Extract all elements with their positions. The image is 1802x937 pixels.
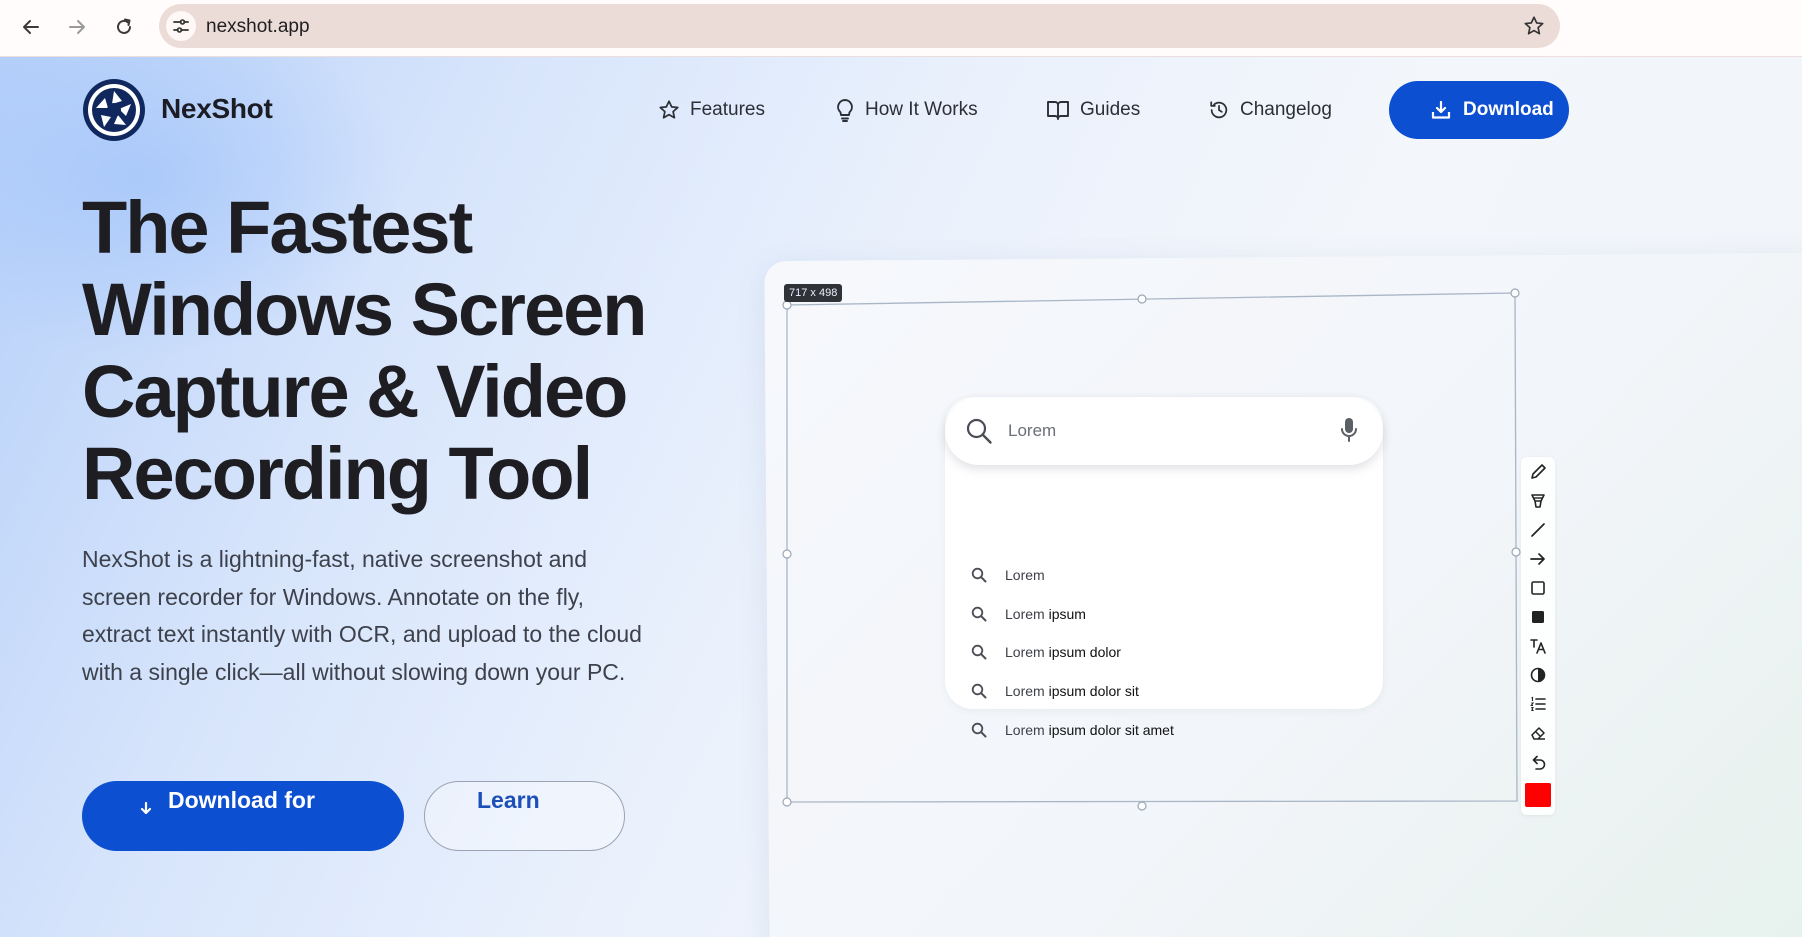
- highlighter-tool[interactable]: [1526, 489, 1550, 513]
- pencil-icon: [1531, 464, 1546, 479]
- back-button[interactable]: [16, 12, 46, 42]
- suggestion-item[interactable]: Lorem ipsum dolor: [971, 641, 1121, 663]
- highlighter-icon: [1531, 494, 1545, 508]
- search-icon: [971, 644, 987, 660]
- text-icon: [1530, 639, 1546, 654]
- contrast-icon: [1530, 667, 1546, 683]
- suggestion-text: Lorem: [1005, 567, 1045, 583]
- selection-dimensions-label: 717 x 498: [784, 284, 843, 302]
- rectangle-icon: [1531, 581, 1545, 595]
- suggestion-item[interactable]: Lorem ipsum dolor sit: [971, 680, 1139, 702]
- search-query-text: Lorem: [1008, 421, 1057, 440]
- address-bar[interactable]: nexshot.app: [159, 4, 1560, 48]
- shutter-aperture-icon[interactable]: [82, 78, 146, 142]
- blur-tool[interactable]: [1526, 663, 1550, 687]
- header-download-label: Download: [1463, 99, 1554, 120]
- star-outline-icon: [659, 100, 679, 119]
- filled-rectangle-tool[interactable]: [1526, 605, 1550, 629]
- download-for-windows-label: Download for: [168, 787, 315, 813]
- undo-icon: [1532, 755, 1546, 770]
- nav-guides-label: Guides: [1080, 99, 1141, 120]
- filled-rectangle-icon: [1532, 611, 1544, 623]
- brand-name[interactable]: NexShot: [161, 93, 273, 125]
- text-tool[interactable]: [1526, 634, 1550, 658]
- nav-changelog[interactable]: Changelog: [1208, 95, 1332, 125]
- nav-how-it-works[interactable]: How It Works: [835, 95, 978, 125]
- url-text[interactable]: nexshot.app: [206, 16, 310, 38]
- hero-headline: The Fastest Windows Screen Capture & Vid…: [82, 186, 647, 515]
- resize-handle-bottom[interactable]: [1137, 801, 1147, 811]
- suggestion-item[interactable]: Lorem ipsum: [971, 603, 1086, 625]
- nav-how-it-works-label: How It Works: [865, 99, 978, 120]
- suggestion-text: Lorem ipsum dolor sit: [1005, 683, 1139, 699]
- reload-icon: [117, 18, 131, 34]
- line-icon: [1531, 523, 1545, 537]
- learn-more-button[interactable]: Learn: [424, 781, 625, 851]
- line-tool[interactable]: [1526, 518, 1550, 542]
- suggestion-item[interactable]: Lorem ipsum dolor sit amet: [971, 719, 1174, 741]
- eraser-tool[interactable]: [1526, 721, 1550, 745]
- arrow-right-icon: [69, 20, 85, 34]
- resize-handle-top[interactable]: [1137, 294, 1147, 304]
- undo-tool[interactable]: [1526, 750, 1550, 774]
- history-icon: [1210, 101, 1228, 119]
- header-download-button[interactable]: Download: [1389, 81, 1569, 139]
- search-icon: [971, 683, 987, 699]
- download-icon: [1431, 100, 1451, 119]
- resize-handle-top-left[interactable]: [782, 300, 792, 310]
- numbered-list-tool[interactable]: [1526, 692, 1550, 716]
- reload-button[interactable]: [109, 12, 139, 42]
- nav-features[interactable]: Features: [658, 95, 765, 125]
- browser-toolbar: nexshot.app: [0, 0, 1802, 57]
- pencil-tool[interactable]: [1526, 460, 1550, 484]
- resize-handle-top-right[interactable]: [1510, 288, 1520, 298]
- suggestion-item[interactable]: Lorem: [971, 564, 1045, 586]
- rectangle-tool[interactable]: [1526, 576, 1550, 600]
- download-for-windows-button[interactable]: Download for: [82, 781, 404, 851]
- suggestion-text: Lorem ipsum dolor sit amet: [1005, 722, 1174, 738]
- search-icon: [971, 722, 987, 738]
- arrow-icon: [1530, 553, 1545, 565]
- lightbulb-icon: [837, 99, 853, 122]
- forward-button[interactable]: [62, 12, 92, 42]
- numbered-list-icon: [1530, 696, 1546, 712]
- search-icon: [971, 606, 987, 622]
- eraser-icon: [1531, 727, 1545, 740]
- resize-handle-right[interactable]: [1511, 547, 1521, 557]
- nav-features-label: Features: [690, 99, 765, 120]
- microphone-icon[interactable]: [1339, 416, 1359, 444]
- nav-guides[interactable]: Guides: [1046, 95, 1140, 125]
- suggestion-text: Lorem ipsum: [1005, 606, 1086, 622]
- web-page: NexShot Features How It Works Guides Cha…: [0, 57, 1802, 937]
- star-outline-icon: [1524, 16, 1544, 35]
- suggestion-text: Lorem ipsum dolor: [1005, 644, 1121, 660]
- open-book-icon: [1047, 101, 1069, 120]
- arrow-tool[interactable]: [1526, 547, 1550, 571]
- search-mock-card: Lorem Lorem Lorem ipsum Lorem ipsum dolo…: [945, 397, 1383, 738]
- search-icon: [966, 418, 992, 444]
- bookmark-button[interactable]: [1522, 14, 1546, 38]
- download-icon: [140, 801, 152, 815]
- nav-changelog-label: Changelog: [1240, 99, 1332, 120]
- learn-more-label: Learn: [477, 787, 540, 813]
- arrow-left-icon: [23, 20, 39, 34]
- site-info-button[interactable]: [166, 11, 196, 41]
- color-swatch[interactable]: [1525, 783, 1551, 807]
- resize-handle-bottom-left[interactable]: [782, 797, 792, 807]
- hero-description: NexShot is a lightning-fast, native scre…: [82, 546, 642, 685]
- search-mock-bar[interactable]: Lorem: [945, 397, 1383, 465]
- search-icon: [971, 567, 987, 583]
- tune-icon: [173, 19, 189, 33]
- annotation-toolbar: [1521, 457, 1555, 815]
- resize-handle-left[interactable]: [782, 549, 792, 559]
